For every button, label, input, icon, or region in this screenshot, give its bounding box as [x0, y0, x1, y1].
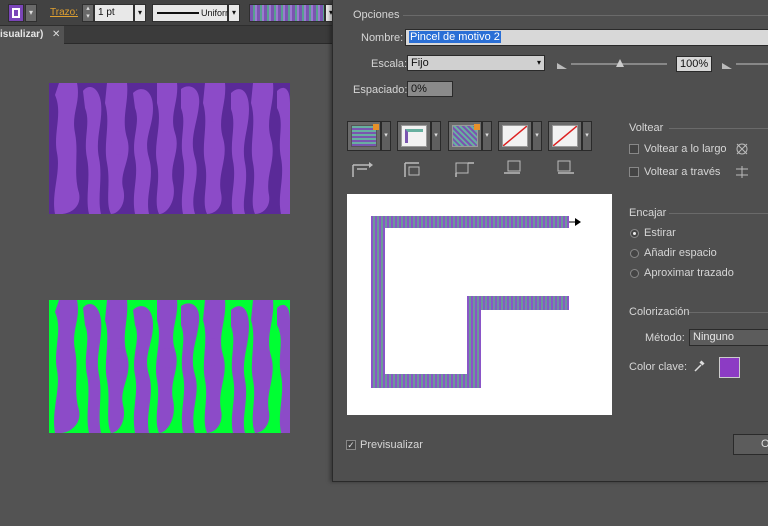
scale-label: Escala:: [371, 58, 408, 70]
flip-across-label: Voltear a través: [644, 166, 721, 178]
flip-along-label: Voltear a lo largo: [644, 143, 727, 155]
flip-along-icon: [735, 142, 749, 156]
inner-corner-tile-icon: [452, 157, 476, 179]
start-tile-icon: [502, 157, 526, 179]
pattern-artwork-purple[interactable]: [49, 83, 290, 214]
fill-color-swatch[interactable]: [8, 4, 24, 22]
key-color-swatch[interactable]: [719, 357, 740, 378]
colorization-section-title: Colorización: [629, 306, 690, 318]
inner-corner-tile-button[interactable]: [448, 121, 482, 151]
brush-name-value: Pincel de motivo 2: [409, 31, 501, 43]
divider: [669, 213, 768, 214]
stroke-stepper[interactable]: ▴ ▾: [82, 4, 94, 22]
end-tile-icon: [552, 157, 576, 179]
ok-button[interactable]: O: [733, 434, 768, 455]
document-tab-title: isualizar): [0, 29, 44, 40]
fit-approx-label: Aproximar trazado: [644, 267, 734, 279]
brush-name-input[interactable]: Pincel de motivo 2: [405, 29, 768, 46]
fit-stretch-radio[interactable]: [630, 229, 639, 238]
pattern-artwork-green[interactable]: [49, 300, 290, 433]
chevron-down-icon[interactable]: ▾: [134, 4, 146, 22]
chevron-down-icon[interactable]: ▾: [25, 4, 37, 22]
side-tile-button[interactable]: [347, 121, 381, 151]
start-tile-button[interactable]: [498, 121, 532, 151]
flip-section-title: Voltear: [629, 122, 664, 134]
end-tile-button[interactable]: [548, 121, 582, 151]
key-color-label: Color clave:: [629, 361, 688, 373]
spacing-label: Espaciado:: [353, 84, 408, 96]
slider-min-icon: [557, 60, 567, 69]
preview-checkbox[interactable]: ✓: [346, 440, 356, 450]
chevron-down-icon[interactable]: ▾: [431, 121, 441, 151]
divider: [403, 15, 768, 16]
chevron-down-icon[interactable]: ▾: [582, 121, 592, 151]
stroke-profile-field[interactable]: Uniforme: [152, 4, 238, 22]
options-section-title: Opciones: [353, 9, 400, 21]
scale-slider-thumb[interactable]: [616, 58, 624, 67]
none-tile-icon: [552, 125, 578, 147]
fit-approx-radio[interactable]: [630, 269, 639, 278]
scale-select-value: Fijo: [411, 57, 429, 69]
method-select[interactable]: Ninguno: [689, 329, 768, 346]
pattern-preview: [347, 194, 612, 415]
spacing-field[interactable]: 0%: [407, 81, 453, 97]
scale-slider-track-2[interactable]: [736, 63, 768, 65]
slider-min-icon: [722, 60, 732, 69]
flip-across-icon: [735, 165, 749, 179]
eyedropper-icon[interactable]: [693, 359, 705, 373]
preview-label: Previsualizar: [360, 439, 423, 451]
divider: [689, 312, 768, 313]
line-icon: [157, 12, 199, 14]
none-tile-icon: [502, 125, 528, 147]
flip-along-checkbox[interactable]: [629, 144, 639, 154]
method-label: Método:: [645, 332, 685, 344]
chevron-down-icon[interactable]: ▾: [381, 121, 391, 151]
outer-corner-tile-button[interactable]: [397, 121, 431, 151]
scale-select[interactable]: Fijo ▾: [407, 55, 545, 71]
divider: [669, 128, 768, 129]
fill-icon: [12, 8, 20, 18]
side-tile-icon: [351, 157, 375, 179]
brush-definition-field[interactable]: [249, 4, 325, 22]
outer-corner-tile-icon: [401, 157, 425, 179]
name-label: Nombre:: [361, 32, 404, 44]
pattern-brush-options-dialog: Opciones Nombre: Pincel de motivo 2 Esca…: [332, 0, 768, 482]
path-preview-graphic: [371, 216, 581, 388]
close-icon[interactable]: ✕: [52, 29, 60, 40]
scale-percent-field[interactable]: 100%: [676, 56, 712, 72]
chevron-down-icon[interactable]: ▾: [228, 4, 240, 22]
fit-section-title: Encajar: [629, 207, 667, 219]
stroke-weight-field[interactable]: 1 pt: [94, 4, 134, 22]
fit-add-space-radio[interactable]: [630, 249, 639, 258]
blob-pattern-purple: [54, 83, 290, 214]
fit-stretch-label: Estirar: [644, 227, 676, 239]
chevron-down-icon[interactable]: ▾: [482, 121, 492, 151]
chevron-down-icon: ▾: [536, 58, 541, 67]
stroke-label[interactable]: Trazo:: [50, 7, 78, 18]
chevron-down-icon[interactable]: ▾: [532, 121, 542, 151]
flip-across-checkbox[interactable]: [629, 167, 639, 177]
fit-add-space-label: Añadir espacio: [644, 247, 717, 259]
blob-pattern-green: [54, 300, 290, 433]
document-tab-strip: isualizar) ✕: [0, 26, 332, 44]
